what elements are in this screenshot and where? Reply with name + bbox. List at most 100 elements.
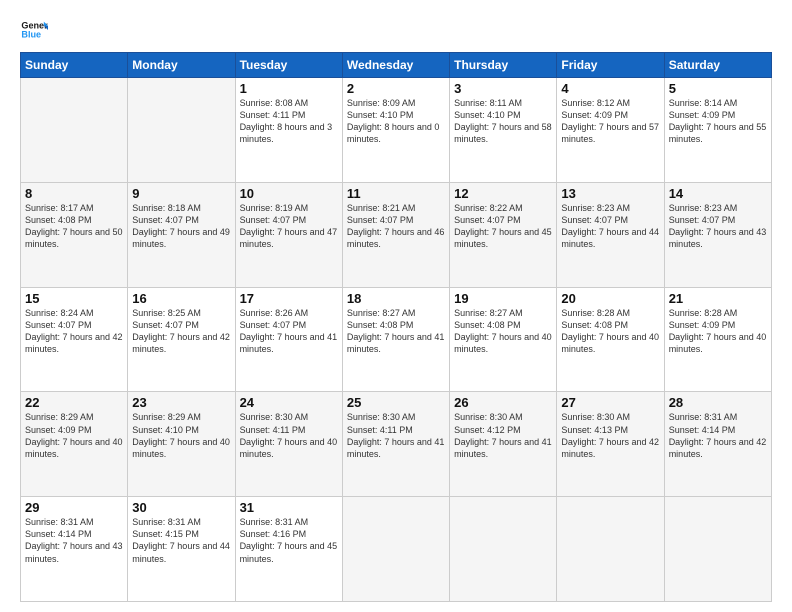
calendar-cell: 11 Sunrise: 8:21 AMSunset: 4:07 PMDaylig… (342, 182, 449, 287)
day-info: Sunrise: 8:30 AMSunset: 4:12 PMDaylight:… (454, 412, 552, 458)
day-number: 17 (240, 291, 338, 306)
calendar-cell: 12 Sunrise: 8:22 AMSunset: 4:07 PMDaylig… (450, 182, 557, 287)
day-header-thursday: Thursday (450, 53, 557, 78)
week-row-5: 29 Sunrise: 8:31 AMSunset: 4:14 PMDaylig… (21, 497, 772, 602)
day-info: Sunrise: 8:26 AMSunset: 4:07 PMDaylight:… (240, 308, 338, 354)
day-header-tuesday: Tuesday (235, 53, 342, 78)
day-header-monday: Monday (128, 53, 235, 78)
day-number: 9 (132, 186, 230, 201)
day-header-wednesday: Wednesday (342, 53, 449, 78)
day-number: 29 (25, 500, 123, 515)
page: General Blue SundayMondayTuesdayWednesda… (0, 0, 792, 612)
calendar-cell: 24 Sunrise: 8:30 AMSunset: 4:11 PMDaylig… (235, 392, 342, 497)
day-number: 10 (240, 186, 338, 201)
day-number: 30 (132, 500, 230, 515)
day-info: Sunrise: 8:30 AMSunset: 4:13 PMDaylight:… (561, 412, 659, 458)
day-info: Sunrise: 8:27 AMSunset: 4:08 PMDaylight:… (347, 308, 445, 354)
week-row-4: 22 Sunrise: 8:29 AMSunset: 4:09 PMDaylig… (21, 392, 772, 497)
day-info: Sunrise: 8:28 AMSunset: 4:08 PMDaylight:… (561, 308, 659, 354)
day-number: 31 (240, 500, 338, 515)
calendar-cell: 13 Sunrise: 8:23 AMSunset: 4:07 PMDaylig… (557, 182, 664, 287)
calendar-cell: 14 Sunrise: 8:23 AMSunset: 4:07 PMDaylig… (664, 182, 771, 287)
day-info: Sunrise: 8:29 AMSunset: 4:09 PMDaylight:… (25, 412, 123, 458)
day-header-sunday: Sunday (21, 53, 128, 78)
calendar-cell: 22 Sunrise: 8:29 AMSunset: 4:09 PMDaylig… (21, 392, 128, 497)
day-info: Sunrise: 8:11 AMSunset: 4:10 PMDaylight:… (454, 98, 552, 144)
calendar-cell: 29 Sunrise: 8:31 AMSunset: 4:14 PMDaylig… (21, 497, 128, 602)
logo: General Blue (20, 16, 48, 44)
day-info: Sunrise: 8:09 AMSunset: 4:10 PMDaylight:… (347, 98, 440, 144)
week-row-3: 15 Sunrise: 8:24 AMSunset: 4:07 PMDaylig… (21, 287, 772, 392)
day-number: 23 (132, 395, 230, 410)
day-number: 1 (240, 81, 338, 96)
calendar-cell: 15 Sunrise: 8:24 AMSunset: 4:07 PMDaylig… (21, 287, 128, 392)
calendar-header-row: SundayMondayTuesdayWednesdayThursdayFrid… (21, 53, 772, 78)
calendar-cell: 16 Sunrise: 8:25 AMSunset: 4:07 PMDaylig… (128, 287, 235, 392)
calendar-cell: 5 Sunrise: 8:14 AMSunset: 4:09 PMDayligh… (664, 78, 771, 183)
day-number: 12 (454, 186, 552, 201)
calendar-cell: 10 Sunrise: 8:19 AMSunset: 4:07 PMDaylig… (235, 182, 342, 287)
day-number: 14 (669, 186, 767, 201)
day-info: Sunrise: 8:17 AMSunset: 4:08 PMDaylight:… (25, 203, 123, 249)
calendar-cell: 9 Sunrise: 8:18 AMSunset: 4:07 PMDayligh… (128, 182, 235, 287)
calendar-table: SundayMondayTuesdayWednesdayThursdayFrid… (20, 52, 772, 602)
logo-icon: General Blue (20, 16, 48, 44)
day-number: 2 (347, 81, 445, 96)
day-number: 5 (669, 81, 767, 96)
calendar-cell (450, 497, 557, 602)
calendar-cell: 31 Sunrise: 8:31 AMSunset: 4:16 PMDaylig… (235, 497, 342, 602)
week-row-2: 8 Sunrise: 8:17 AMSunset: 4:08 PMDayligh… (21, 182, 772, 287)
calendar-cell: 25 Sunrise: 8:30 AMSunset: 4:11 PMDaylig… (342, 392, 449, 497)
calendar-cell (21, 78, 128, 183)
day-info: Sunrise: 8:22 AMSunset: 4:07 PMDaylight:… (454, 203, 552, 249)
day-info: Sunrise: 8:29 AMSunset: 4:10 PMDaylight:… (132, 412, 230, 458)
day-number: 28 (669, 395, 767, 410)
day-info: Sunrise: 8:31 AMSunset: 4:15 PMDaylight:… (132, 517, 230, 563)
day-info: Sunrise: 8:21 AMSunset: 4:07 PMDaylight:… (347, 203, 445, 249)
day-info: Sunrise: 8:31 AMSunset: 4:16 PMDaylight:… (240, 517, 338, 563)
day-number: 13 (561, 186, 659, 201)
day-info: Sunrise: 8:23 AMSunset: 4:07 PMDaylight:… (561, 203, 659, 249)
calendar-cell (557, 497, 664, 602)
day-number: 22 (25, 395, 123, 410)
day-number: 4 (561, 81, 659, 96)
day-number: 3 (454, 81, 552, 96)
day-number: 26 (454, 395, 552, 410)
calendar-cell: 8 Sunrise: 8:17 AMSunset: 4:08 PMDayligh… (21, 182, 128, 287)
calendar-cell (342, 497, 449, 602)
day-info: Sunrise: 8:18 AMSunset: 4:07 PMDaylight:… (132, 203, 230, 249)
day-info: Sunrise: 8:12 AMSunset: 4:09 PMDaylight:… (561, 98, 659, 144)
day-info: Sunrise: 8:23 AMSunset: 4:07 PMDaylight:… (669, 203, 767, 249)
calendar-cell: 20 Sunrise: 8:28 AMSunset: 4:08 PMDaylig… (557, 287, 664, 392)
day-number: 20 (561, 291, 659, 306)
calendar-cell: 3 Sunrise: 8:11 AMSunset: 4:10 PMDayligh… (450, 78, 557, 183)
calendar-cell: 23 Sunrise: 8:29 AMSunset: 4:10 PMDaylig… (128, 392, 235, 497)
calendar-cell (128, 78, 235, 183)
calendar-cell: 17 Sunrise: 8:26 AMSunset: 4:07 PMDaylig… (235, 287, 342, 392)
day-number: 8 (25, 186, 123, 201)
calendar-cell: 4 Sunrise: 8:12 AMSunset: 4:09 PMDayligh… (557, 78, 664, 183)
day-header-saturday: Saturday (664, 53, 771, 78)
day-info: Sunrise: 8:08 AMSunset: 4:11 PMDaylight:… (240, 98, 333, 144)
day-info: Sunrise: 8:31 AMSunset: 4:14 PMDaylight:… (25, 517, 123, 563)
header: General Blue (20, 16, 772, 44)
day-info: Sunrise: 8:31 AMSunset: 4:14 PMDaylight:… (669, 412, 767, 458)
calendar-cell: 30 Sunrise: 8:31 AMSunset: 4:15 PMDaylig… (128, 497, 235, 602)
calendar-cell: 26 Sunrise: 8:30 AMSunset: 4:12 PMDaylig… (450, 392, 557, 497)
day-number: 21 (669, 291, 767, 306)
day-info: Sunrise: 8:14 AMSunset: 4:09 PMDaylight:… (669, 98, 767, 144)
day-info: Sunrise: 8:24 AMSunset: 4:07 PMDaylight:… (25, 308, 123, 354)
day-info: Sunrise: 8:30 AMSunset: 4:11 PMDaylight:… (347, 412, 445, 458)
day-number: 11 (347, 186, 445, 201)
day-info: Sunrise: 8:27 AMSunset: 4:08 PMDaylight:… (454, 308, 552, 354)
day-number: 25 (347, 395, 445, 410)
day-info: Sunrise: 8:19 AMSunset: 4:07 PMDaylight:… (240, 203, 338, 249)
calendar-cell: 18 Sunrise: 8:27 AMSunset: 4:08 PMDaylig… (342, 287, 449, 392)
svg-text:Blue: Blue (21, 30, 41, 40)
calendar-cell: 21 Sunrise: 8:28 AMSunset: 4:09 PMDaylig… (664, 287, 771, 392)
calendar-cell: 1 Sunrise: 8:08 AMSunset: 4:11 PMDayligh… (235, 78, 342, 183)
calendar-cell: 27 Sunrise: 8:30 AMSunset: 4:13 PMDaylig… (557, 392, 664, 497)
calendar-cell: 28 Sunrise: 8:31 AMSunset: 4:14 PMDaylig… (664, 392, 771, 497)
calendar-cell (664, 497, 771, 602)
day-number: 18 (347, 291, 445, 306)
